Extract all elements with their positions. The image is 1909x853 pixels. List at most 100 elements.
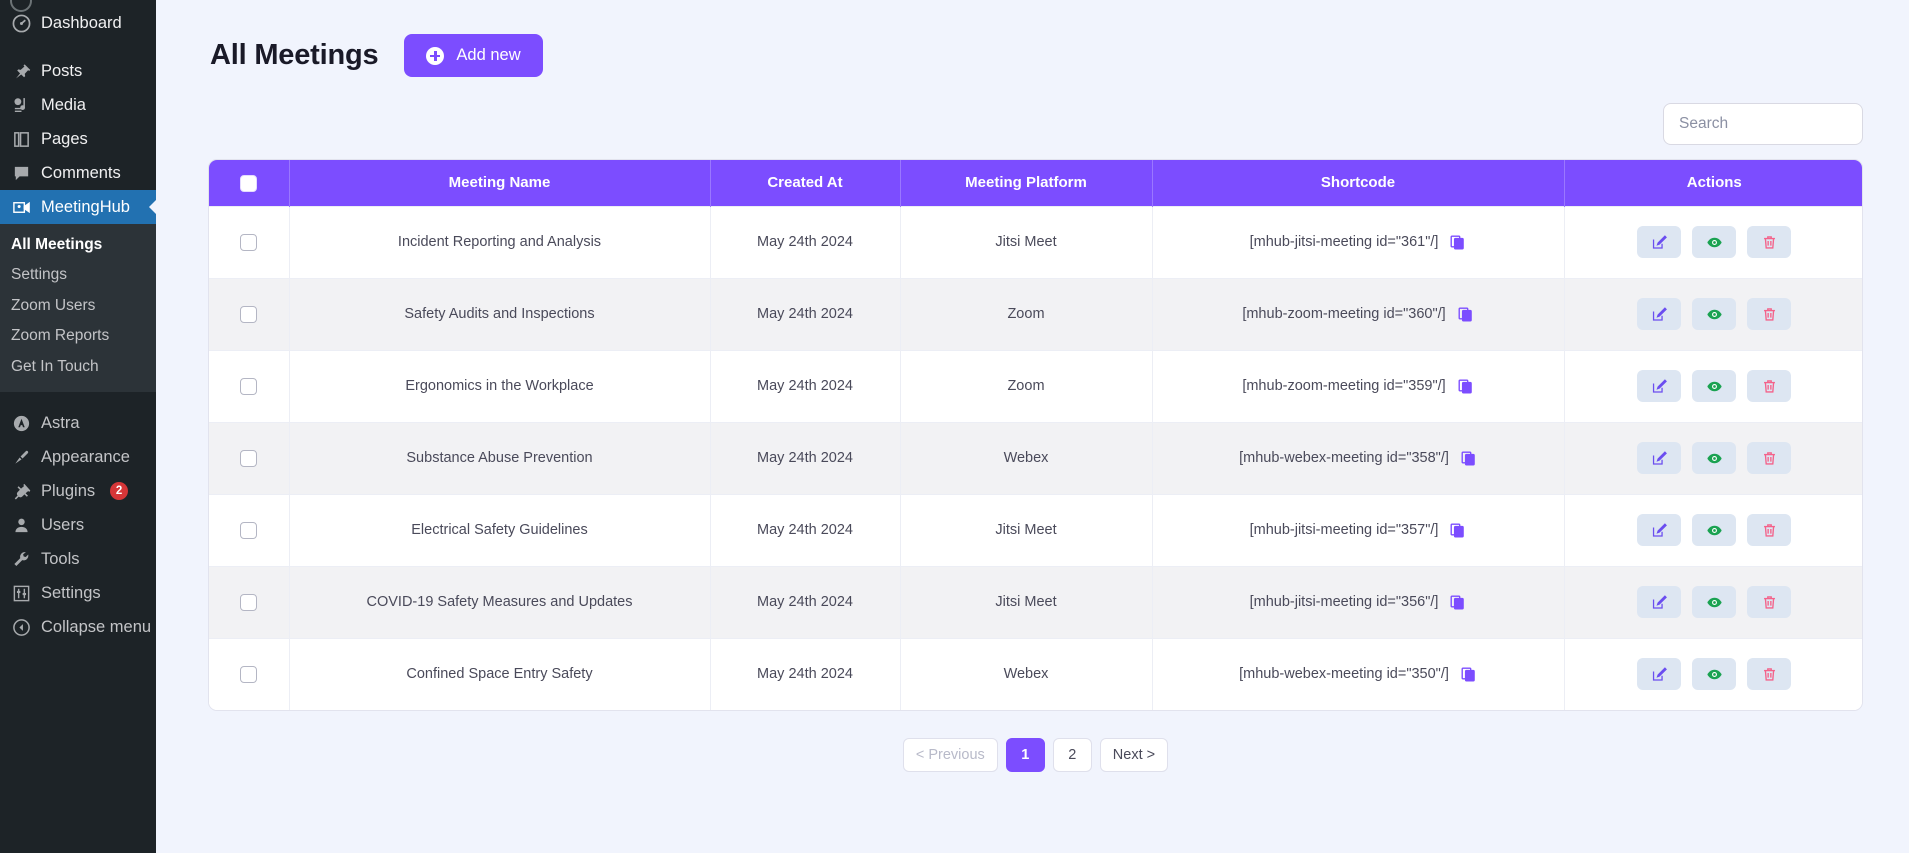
- header-meeting-name[interactable]: Meeting Name: [289, 160, 711, 206]
- cell-meeting-name: COVID-19 Safety Measures and Updates: [289, 565, 711, 638]
- cell-created-at: May 24th 2024: [710, 205, 901, 278]
- cell-meeting-name: Ergonomics in the Workplace: [289, 349, 711, 422]
- comment-icon: [11, 163, 32, 184]
- edit-button[interactable]: [1637, 442, 1682, 474]
- edit-button[interactable]: [1637, 586, 1682, 618]
- edit-button[interactable]: [1637, 370, 1682, 402]
- view-button[interactable]: [1692, 226, 1737, 258]
- copy-icon[interactable]: [1449, 234, 1466, 251]
- delete-button[interactable]: [1747, 442, 1792, 474]
- add-new-button[interactable]: Add new: [404, 34, 543, 77]
- cell-meeting-name: Confined Space Entry Safety: [289, 637, 711, 710]
- header-meeting-platform[interactable]: Meeting Platform: [900, 160, 1153, 206]
- sidebar-item-all-meetings[interactable]: All Meetings: [0, 230, 156, 260]
- delete-button[interactable]: [1747, 226, 1792, 258]
- sidebar-item-comments[interactable]: Comments: [0, 156, 156, 190]
- view-button[interactable]: [1692, 442, 1737, 474]
- sidebar-item-settings-global[interactable]: Settings: [0, 576, 156, 610]
- sidebar-item-media[interactable]: Media: [0, 88, 156, 122]
- sidebar-item-appearance[interactable]: Appearance: [0, 440, 156, 474]
- shortcode-text: [mhub-zoom-meeting id="359"/]: [1242, 378, 1446, 394]
- view-button[interactable]: [1692, 298, 1737, 330]
- table-row: Incident Reporting and Analysis May 24th …: [209, 205, 1862, 278]
- sidebar-item-label: MeetingHub: [41, 197, 130, 216]
- view-button[interactable]: [1692, 658, 1737, 691]
- cell-shortcode: [mhub-webex-meeting id="358"/]: [1152, 421, 1565, 494]
- row-checkbox[interactable]: [240, 233, 258, 251]
- cell-meeting-name: Safety Audits and Inspections: [289, 277, 711, 350]
- sidebar-item-get-in-touch[interactable]: Get In Touch: [0, 352, 156, 382]
- sidebar-item-astra[interactable]: Astra: [0, 406, 156, 440]
- collapse-icon: [11, 617, 32, 638]
- admin-page: Dashboard Posts Media Pages Comments Mee…: [0, 0, 1909, 853]
- row-checkbox[interactable]: [240, 593, 258, 611]
- table-row: COVID-19 Safety Measures and Updates May …: [209, 565, 1862, 638]
- delete-button[interactable]: [1747, 514, 1792, 546]
- page-title: All Meetings: [210, 39, 379, 71]
- search-input[interactable]: [1663, 103, 1863, 145]
- delete-button[interactable]: [1747, 658, 1792, 691]
- row-select-cell: [209, 349, 290, 422]
- row-checkbox[interactable]: [240, 449, 258, 467]
- view-button[interactable]: [1692, 586, 1737, 618]
- copy-icon[interactable]: [1449, 522, 1466, 539]
- sidebar-item-plugins[interactable]: Plugins 2: [0, 474, 156, 508]
- sidebar-item-collapse-menu[interactable]: Collapse menu: [0, 610, 156, 644]
- cell-shortcode: [mhub-zoom-meeting id="359"/]: [1152, 349, 1565, 422]
- plus-circle-icon: [426, 46, 445, 65]
- row-checkbox[interactable]: [240, 377, 258, 395]
- row-select-cell: [209, 421, 290, 494]
- pagination-previous[interactable]: < Previous: [902, 738, 998, 772]
- sidebar-item-meetinghub[interactable]: MeetingHub: [0, 190, 156, 224]
- sidebar-item-users[interactable]: Users: [0, 508, 156, 542]
- cell-meeting-platform: Zoom: [900, 277, 1153, 350]
- sliders-icon: [11, 583, 32, 604]
- cell-shortcode: [mhub-zoom-meeting id="360"/]: [1152, 277, 1565, 350]
- sidebar-item-settings[interactable]: Settings: [0, 260, 156, 290]
- pagination-page-2[interactable]: 2: [1052, 738, 1092, 772]
- select-all-checkbox[interactable]: [240, 174, 258, 192]
- delete-button[interactable]: [1747, 298, 1792, 330]
- row-checkbox[interactable]: [240, 521, 258, 539]
- delete-button[interactable]: [1747, 586, 1792, 618]
- row-checkbox[interactable]: [240, 305, 258, 323]
- row-checkbox[interactable]: [240, 665, 258, 683]
- sidebar-item-label: Tools: [41, 550, 80, 569]
- copy-icon[interactable]: [1449, 594, 1466, 611]
- sidebar-item-pages[interactable]: Pages: [0, 122, 156, 156]
- table-row: Ergonomics in the Workplace May 24th 2024…: [209, 349, 1862, 422]
- edit-button[interactable]: [1637, 514, 1682, 546]
- shortcode-text: [mhub-webex-meeting id="358"/]: [1239, 450, 1449, 466]
- admin-sidebar: Dashboard Posts Media Pages Comments Mee…: [0, 0, 156, 853]
- cell-created-at: May 24th 2024: [710, 349, 901, 422]
- sidebar-item-zoom-reports[interactable]: Zoom Reports: [0, 321, 156, 351]
- row-select-cell: [209, 565, 290, 638]
- plugins-update-badge: 2: [110, 482, 129, 501]
- copy-icon[interactable]: [1457, 306, 1474, 323]
- edit-button[interactable]: [1637, 226, 1682, 258]
- pagination-page-1[interactable]: 1: [1005, 738, 1045, 772]
- copy-icon[interactable]: [1460, 450, 1477, 467]
- copy-icon[interactable]: [1460, 666, 1477, 683]
- header-shortcode[interactable]: Shortcode: [1152, 160, 1565, 206]
- edit-button[interactable]: [1637, 298, 1682, 330]
- copy-icon[interactable]: [1457, 378, 1474, 395]
- pagination-next[interactable]: Next >: [1099, 738, 1169, 772]
- delete-button[interactable]: [1747, 370, 1792, 402]
- sidebar-item-label: Pages: [41, 129, 88, 148]
- header-created-at[interactable]: Created At: [710, 160, 901, 206]
- view-button[interactable]: [1692, 514, 1737, 546]
- sidebar-submenu: All Meetings Settings Zoom Users Zoom Re…: [0, 224, 156, 393]
- sidebar-item-dashboard[interactable]: Dashboard: [0, 6, 156, 40]
- sidebar-item-zoom-users[interactable]: Zoom Users: [0, 291, 156, 321]
- view-button[interactable]: [1692, 370, 1737, 402]
- cell-meeting-platform: Webex: [900, 421, 1153, 494]
- meetings-table: Meeting Name Created At Meeting Platform…: [209, 160, 1862, 710]
- page-header: All Meetings Add new: [208, 0, 1863, 77]
- edit-button[interactable]: [1637, 658, 1682, 691]
- shortcode-text: [mhub-jitsi-meeting id="356"/]: [1249, 594, 1439, 610]
- sidebar-item-posts[interactable]: Posts: [0, 54, 156, 88]
- table-row: Substance Abuse Prevention May 24th 2024 W…: [209, 421, 1862, 494]
- sidebar-item-tools[interactable]: Tools: [0, 542, 156, 576]
- pin-icon: [11, 61, 32, 82]
